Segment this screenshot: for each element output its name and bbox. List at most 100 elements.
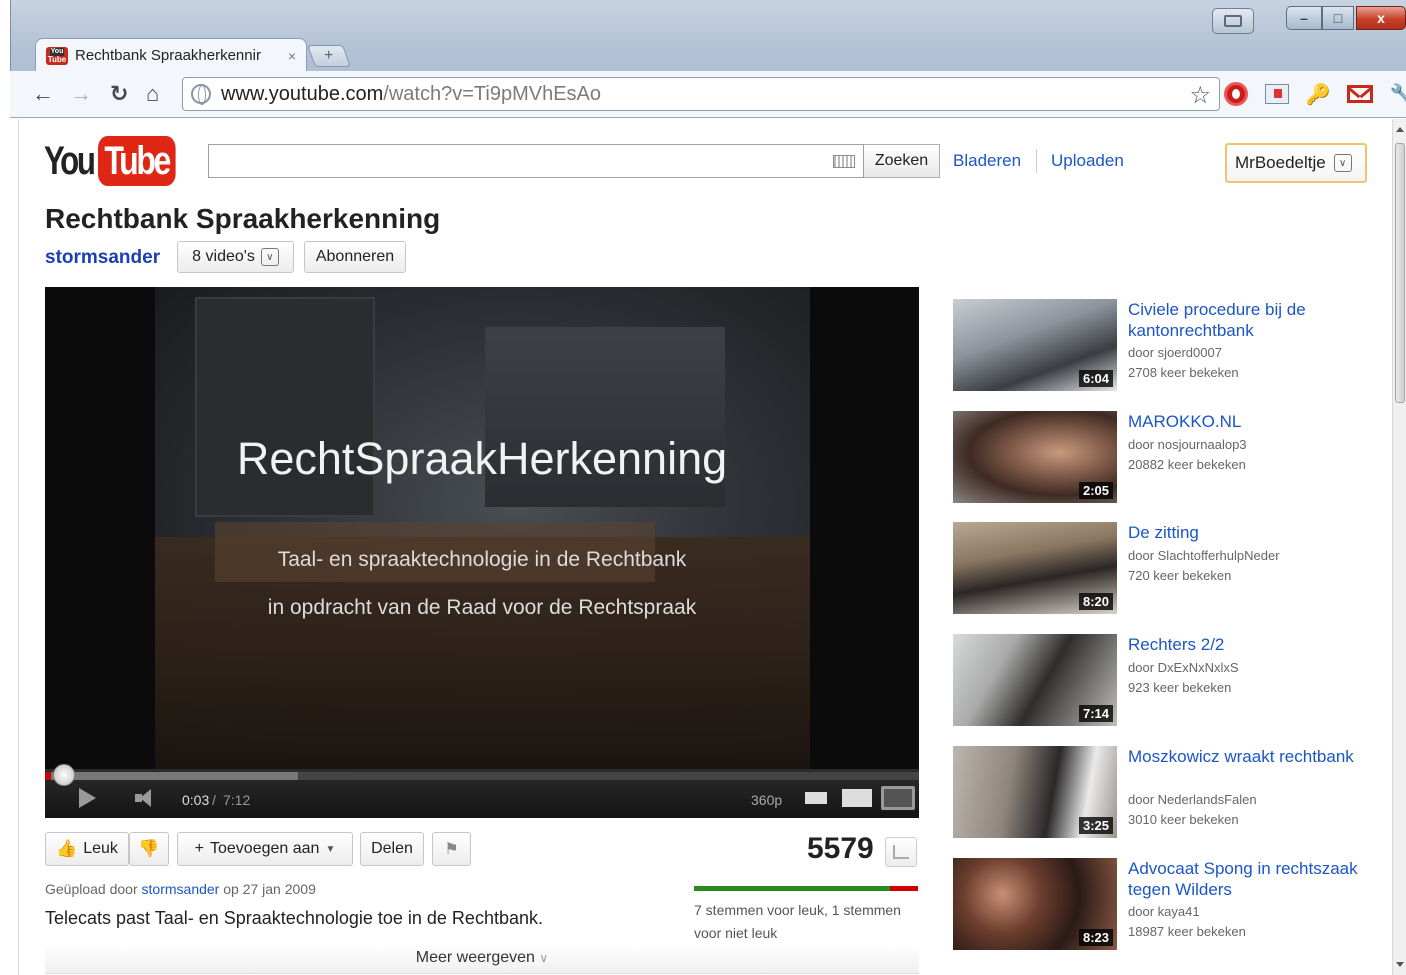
video-frame xyxy=(155,287,810,769)
gmail-extension-icon[interactable] xyxy=(1346,80,1374,108)
video-overlay-title: RechtSpraakHerkenning xyxy=(236,433,728,484)
video-duration: 7:14 xyxy=(1078,705,1113,722)
video-thumbnail[interactable]: 7:14 xyxy=(953,634,1117,726)
key-extension-icon[interactable]: 🔑 xyxy=(1304,80,1332,108)
video-duration: 3:25 xyxy=(1078,817,1113,834)
large-player-icon[interactable] xyxy=(842,789,872,807)
back-arrow-icon[interactable]: ← xyxy=(32,81,54,107)
related-video[interactable]: 8:23 Advocaat Spong in rechtszaak tegen … xyxy=(953,858,1383,954)
page-scrollbar[interactable] xyxy=(1392,119,1406,975)
bookmark-star-icon[interactable]: ☆ xyxy=(1189,81,1211,110)
home-icon[interactable]: ⌂ xyxy=(146,81,159,107)
progress-bar[interactable] xyxy=(45,772,919,780)
video-overlay-line-2: in opdracht van de Raad voor de Rechtspr… xyxy=(267,596,697,619)
add-to-label: Toevoegen aan xyxy=(210,840,320,857)
related-video-views: 3010 keer bekeken xyxy=(1128,812,1239,827)
tab-close-icon[interactable]: × xyxy=(288,48,296,64)
like-ratio-bar xyxy=(694,886,918,891)
related-video[interactable]: 6:04 Civiele procedure bij de kantonrech… xyxy=(953,299,1383,395)
volume-icon[interactable] xyxy=(135,789,157,807)
video-thumbnail[interactable]: 3:25 xyxy=(953,746,1117,838)
keyboard-icon[interactable] xyxy=(833,155,855,168)
like-button[interactable]: 👍 Leuk xyxy=(45,832,129,866)
related-video[interactable]: 8:20 De zitting door SlachtofferhulpNede… xyxy=(953,522,1383,618)
url-domain: www.youtube.com xyxy=(221,82,384,105)
fullscreen-icon[interactable] xyxy=(881,786,915,810)
search-button[interactable]: Zoeken xyxy=(864,144,940,178)
browser-tab[interactable]: You Tube Rechtbank Spraakherkennir × xyxy=(35,38,307,72)
new-tab-button[interactable]: + xyxy=(306,45,352,67)
related-video-title[interactable]: Rechters 2/2 xyxy=(1128,634,1368,655)
video-thumbnail[interactable]: 8:23 xyxy=(953,858,1117,950)
plus-icon: + xyxy=(194,840,204,857)
video-overlay-line-1: Taal- en spraaktechnologie in de Rechtba… xyxy=(277,548,687,571)
wrench-menu-icon[interactable]: 🔧 xyxy=(1388,80,1406,108)
window-edge xyxy=(0,0,10,975)
flag-icon: ⚑ xyxy=(444,841,459,858)
scroll-up-arrow-icon[interactable] xyxy=(1396,127,1404,132)
address-bar[interactable]: www.youtube.com/watch?v=Ti9pMVhEsAo ☆ xyxy=(182,77,1220,111)
related-video-title[interactable]: Civiele procedure bij de kantonrechtbank xyxy=(1128,299,1368,341)
nav-divider xyxy=(1036,149,1037,173)
related-video-uploader: door SlachtofferhulpNeder xyxy=(1128,548,1280,563)
related-video-title[interactable]: De zitting xyxy=(1128,522,1368,543)
forward-arrow-icon[interactable]: → xyxy=(70,81,92,107)
window-controls: – □ x xyxy=(1286,6,1406,30)
related-video-title[interactable]: Moszkowicz wraakt rechtbank xyxy=(1128,746,1368,767)
scrollbar-thumb[interactable] xyxy=(1395,143,1405,403)
duration: 7:12 xyxy=(223,792,251,808)
play-icon[interactable] xyxy=(79,788,96,808)
browse-link[interactable]: Bladeren xyxy=(953,151,1021,171)
subscribe-button[interactable]: Abonneren xyxy=(304,241,406,273)
logo-you: You xyxy=(44,138,96,183)
opera-extension-icon[interactable] xyxy=(1222,80,1250,108)
related-video-uploader: door NederlandsFalen xyxy=(1128,792,1257,807)
quality-selector[interactable]: 360p xyxy=(751,792,782,808)
window-switch-button[interactable] xyxy=(1212,8,1254,34)
close-window-button[interactable]: x xyxy=(1356,6,1406,30)
video-thumbnail[interactable]: 6:04 xyxy=(953,299,1117,391)
maximize-button[interactable]: □ xyxy=(1322,6,1354,30)
plus-icon: + xyxy=(324,47,334,64)
related-video[interactable]: 2:05 MAROKKO.NL door nosjournaalop3 2088… xyxy=(953,411,1383,507)
video-duration: 8:23 xyxy=(1078,929,1113,946)
news-extension-icon[interactable] xyxy=(1263,80,1291,108)
video-player[interactable]: RechtSpraakHerkenning Taal- en spraaktec… xyxy=(45,287,919,818)
related-video-views: 20882 keer bekeken xyxy=(1128,457,1246,472)
share-button[interactable]: Delen xyxy=(360,832,424,866)
dislike-button[interactable]: 👎 xyxy=(129,832,169,866)
chart-icon xyxy=(893,845,909,859)
video-thumbnail[interactable]: 8:20 xyxy=(953,522,1117,614)
like-label: Leuk xyxy=(83,840,118,857)
thumbs-up-icon: 👍 xyxy=(56,839,78,858)
related-video-views: 2708 keer bekeken xyxy=(1128,365,1239,380)
related-video-title[interactable]: Advocaat Spong in rechtszaak tegen Wilde… xyxy=(1128,858,1368,900)
statistics-button[interactable] xyxy=(885,837,917,867)
show-more-label: Meer weergeven xyxy=(415,949,535,966)
related-video[interactable]: 7:14 Rechters 2/2 door DxExNxNxlxS 923 k… xyxy=(953,634,1383,730)
upload-link[interactable]: Uploaden xyxy=(1051,151,1124,171)
current-time: 0:03 xyxy=(182,792,210,808)
progress-buffered xyxy=(45,772,299,780)
progress-scrubber[interactable] xyxy=(53,764,75,786)
video-count: 8 video's xyxy=(192,248,255,265)
small-player-icon[interactable] xyxy=(805,792,827,804)
uploaded-prefix: Geüpload door xyxy=(45,881,138,897)
reload-icon[interactable]: ↻ xyxy=(110,81,128,107)
flag-button[interactable]: ⚑ xyxy=(432,832,471,866)
youtube-logo[interactable]: You Tube xyxy=(44,133,194,189)
related-video[interactable]: 3:25 Moszkowicz wraakt rechtbank door Ne… xyxy=(953,746,1383,842)
channel-videos-button[interactable]: 8 video's ∨ xyxy=(177,241,294,273)
channel-link[interactable]: stormsander xyxy=(45,247,160,269)
progress-played xyxy=(45,772,52,780)
add-to-button[interactable]: + Toevoegen aan ▼ xyxy=(177,832,353,866)
show-more-button[interactable]: Meer weergeven ∨ xyxy=(45,944,919,974)
related-video-title[interactable]: MAROKKO.NL xyxy=(1128,411,1368,432)
uploader-link[interactable]: stormsander xyxy=(142,881,220,897)
search-input[interactable] xyxy=(208,144,864,178)
scroll-down-arrow-icon[interactable] xyxy=(1396,962,1404,967)
video-thumbnail[interactable]: 2:05 xyxy=(953,411,1117,503)
minimize-button[interactable]: – xyxy=(1286,6,1322,30)
user-menu-button[interactable]: MrBoedeltje ∨ xyxy=(1225,143,1367,183)
video-duration: 6:04 xyxy=(1078,370,1113,387)
